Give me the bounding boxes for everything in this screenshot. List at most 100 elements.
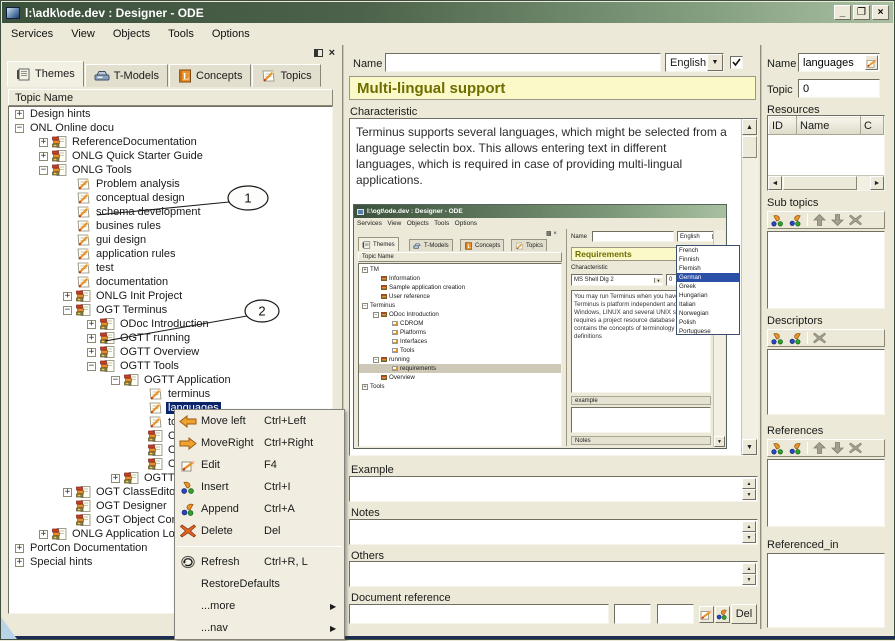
splitter-right[interactable] <box>760 45 762 629</box>
mini-tab-concepts[interactable]: LConcepts <box>460 239 504 251</box>
tree-item-onl-online-docu[interactable]: −ONL Online docu <box>9 121 332 135</box>
spin-down-icon[interactable]: ▼ <box>742 532 756 543</box>
tree-item-ogt-terminus[interactable]: − OGT Terminus <box>9 303 332 317</box>
rp-topic-input[interactable] <box>798 79 880 98</box>
others-field[interactable]: ▲▼ <box>349 561 758 587</box>
scroll-up-icon[interactable]: ▲ <box>742 119 757 135</box>
tree-item-ogtt-tools[interactable]: − OGTT Tools <box>9 359 332 373</box>
tree-item-conceptual-design[interactable]: conceptual design <box>9 191 332 205</box>
tree-item-busines-rules[interactable]: busines rules <box>9 219 332 233</box>
up-icon[interactable] <box>812 214 826 227</box>
title-bar[interactable]: l:\adk\ode.dev : Designer - ODE _ ❐ × <box>2 2 893 23</box>
tree-item-odoc-introduction[interactable]: + ODoc Introduction <box>9 317 332 331</box>
mini-language-dropdown[interactable]: FrenchFinnishFlemishGermanGreekHungarian… <box>676 245 740 335</box>
expand-icon[interactable]: + <box>63 292 72 301</box>
context-menu-item--nav[interactable]: ...nav▶ <box>175 617 344 639</box>
panel-close-icon[interactable]: × <box>329 47 335 59</box>
maximize-button[interactable]: ❐ <box>853 5 870 20</box>
resources-scrollbar[interactable]: ◄ ► <box>768 175 884 190</box>
tree-item-onlg-quick-starter-guide[interactable]: + ONLG Quick Starter Guide <box>9 149 332 163</box>
append-icon[interactable] <box>789 442 803 455</box>
mini-font-combobox[interactable]: MS Shell Dlg 2▼ <box>571 274 663 286</box>
context-menu-item-refresh[interactable]: RefreshCtrl+R, L <box>175 551 344 573</box>
scrollbar-thumb[interactable] <box>742 136 757 158</box>
mini-language-option[interactable]: Norwegian <box>677 309 739 318</box>
expand-icon[interactable]: + <box>87 334 96 343</box>
down-icon[interactable] <box>830 442 844 455</box>
delete-icon[interactable] <box>848 442 862 455</box>
tab-topics[interactable]: Topics <box>252 64 320 87</box>
characteristic-scrollbar[interactable]: ▲ ▼ <box>741 119 757 455</box>
sub-topics-list[interactable] <box>767 231 885 309</box>
context-menu-item-insert[interactable]: InsertCtrl+I <box>175 476 344 498</box>
mini-language-option[interactable]: Greek <box>677 282 739 291</box>
dock-icon[interactable] <box>314 49 323 57</box>
tree-item-ogtt-application[interactable]: − OGTT Application <box>9 373 332 387</box>
context-menu-item-move-left[interactable]: Move leftCtrl+Left <box>175 410 344 432</box>
expand-icon[interactable]: + <box>15 544 24 553</box>
mini-language-option[interactable]: Portuguese <box>677 327 739 335</box>
scroll-right-icon[interactable]: ► <box>870 176 884 190</box>
insert-icon[interactable] <box>771 442 785 455</box>
mini-language-option[interactable]: Finnish <box>677 255 739 264</box>
docref-page-input[interactable] <box>614 604 651 624</box>
tree-item-design-hints[interactable]: +Design hints <box>9 107 332 121</box>
close-button[interactable]: × <box>872 5 889 20</box>
scrollbar-thumb[interactable] <box>783 176 857 190</box>
expand-icon[interactable]: + <box>15 558 24 567</box>
mini-name-input[interactable] <box>592 231 674 242</box>
editor-name-input[interactable] <box>385 53 661 72</box>
tree-item-referencedocumentation[interactable]: + ReferenceDocumentation <box>9 135 332 149</box>
example-field[interactable]: ▲▼ <box>349 476 758 502</box>
spin-up-icon[interactable]: ▲ <box>742 521 756 532</box>
docref-input[interactable] <box>349 604 609 624</box>
context-menu-item-append[interactable]: AppendCtrl+A <box>175 498 344 520</box>
descriptors-list[interactable] <box>767 349 885 415</box>
expand-icon[interactable]: + <box>87 320 96 329</box>
menu-services[interactable]: Services <box>2 26 62 42</box>
scroll-left-icon[interactable]: ◄ <box>768 176 782 190</box>
resources-col-id[interactable]: ID <box>769 117 797 135</box>
tab-themes[interactable]: Themes <box>7 61 84 87</box>
menu-options[interactable]: Options <box>203 26 259 42</box>
collapse-icon[interactable]: − <box>111 376 120 385</box>
expand-icon[interactable]: + <box>39 152 48 161</box>
spin-up-icon[interactable]: ▲ <box>742 563 756 574</box>
mini-tab-t-models[interactable]: T-Models <box>409 239 453 251</box>
tree-item-gui-design[interactable]: gui design <box>9 233 332 247</box>
mini-language-option[interactable]: Italian <box>677 300 739 309</box>
collapse-icon[interactable]: − <box>87 362 96 371</box>
delete-icon[interactable] <box>848 214 862 227</box>
mini-topic-tree[interactable]: +TMInformationSample application creatio… <box>358 263 562 447</box>
menu-tools[interactable]: Tools <box>159 26 203 42</box>
collapse-icon[interactable]: − <box>15 124 24 133</box>
delete-icon[interactable] <box>812 332 826 345</box>
collapse-icon[interactable]: − <box>39 166 48 175</box>
mini-language-option[interactable]: Polish <box>677 318 739 327</box>
chevron-down-icon[interactable]: ▼ <box>707 54 723 71</box>
up-icon[interactable] <box>812 442 826 455</box>
tab-concepts[interactable]: LConcepts <box>169 64 251 87</box>
context-menu-item-moveright[interactable]: MoveRightCtrl+Right <box>175 432 344 454</box>
menu-view[interactable]: View <box>62 26 104 42</box>
mini-language-option[interactable]: German <box>677 273 739 282</box>
spin-down-icon[interactable]: ▼ <box>742 574 756 585</box>
expand-icon[interactable]: + <box>39 138 48 147</box>
mini-tab-topics[interactable]: Topics <box>511 239 547 251</box>
collapse-icon[interactable]: − <box>63 306 72 315</box>
expand-icon[interactable]: + <box>15 110 24 119</box>
append-icon[interactable] <box>789 214 803 227</box>
tree-item-test[interactable]: test <box>9 261 332 275</box>
expand-icon[interactable]: + <box>39 530 48 539</box>
menu-objects[interactable]: Objects <box>104 26 159 42</box>
docref-pos-input[interactable] <box>657 604 694 624</box>
docref-append-button[interactable] <box>715 606 730 623</box>
referenced-in-list[interactable] <box>767 553 885 628</box>
tree-item-application-rules[interactable]: application rules <box>9 247 332 261</box>
tree-item-ogtt-running[interactable]: + OGTT running <box>9 331 332 345</box>
minimize-button[interactable]: _ <box>834 5 851 20</box>
expand-icon[interactable]: + <box>87 348 96 357</box>
tree-item-onlg-init-project[interactable]: + ONLG Init Project <box>9 289 332 303</box>
docref-edit-button[interactable] <box>699 606 714 623</box>
context-menu-item-restoredefaults[interactable]: RestoreDefaults <box>175 573 344 595</box>
